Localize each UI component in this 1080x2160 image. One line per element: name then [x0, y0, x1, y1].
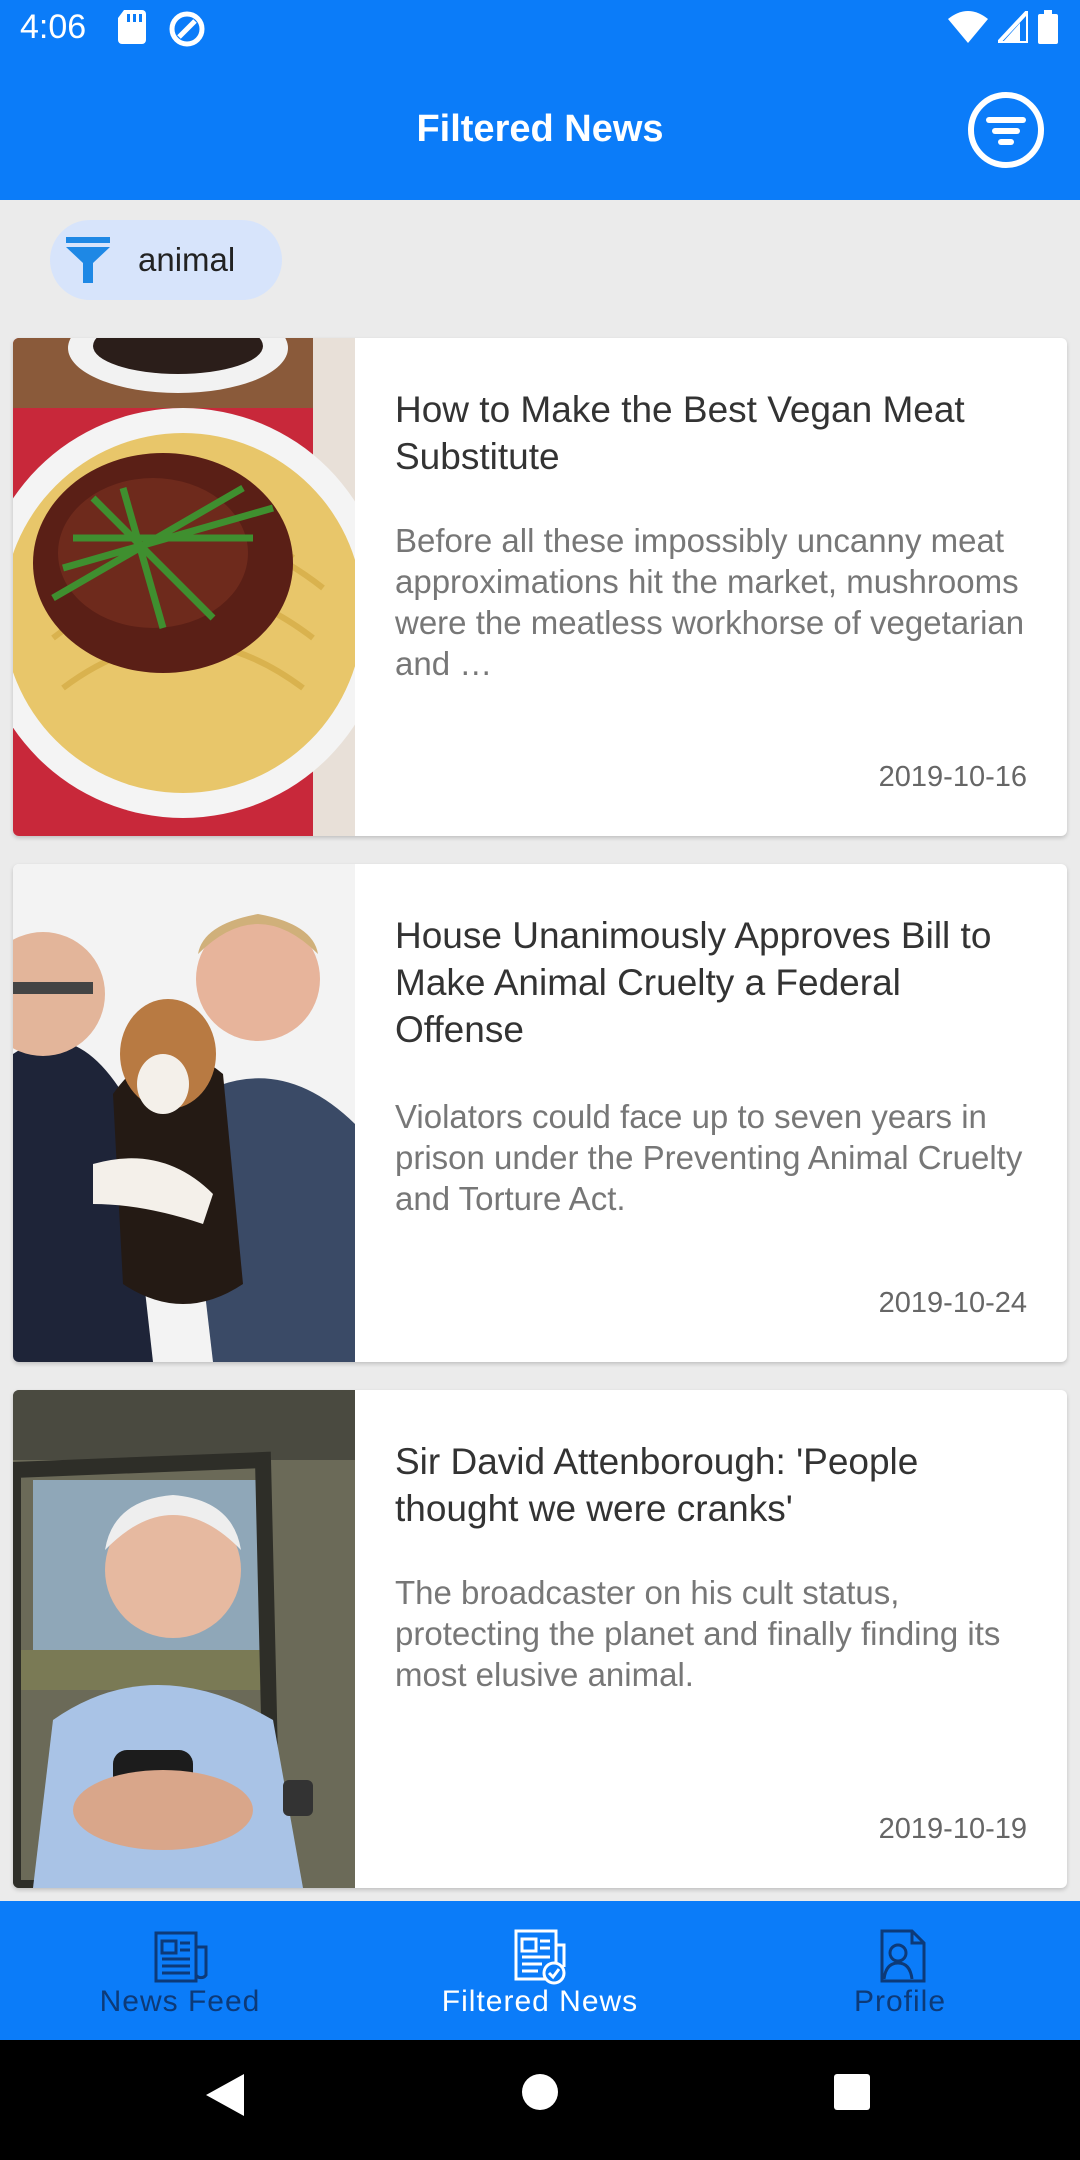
- nav-item-news-feed[interactable]: News Feed: [0, 1901, 360, 2040]
- wifi-icon: [948, 11, 988, 43]
- nav-item-filtered-news[interactable]: Filtered News: [360, 1901, 720, 2040]
- article-card[interactable]: How to Make the Best Vegan Meat Substitu…: [13, 338, 1067, 836]
- nav-label: Profile: [853, 1985, 947, 2018]
- home-icon[interactable]: [520, 2072, 560, 2112]
- article-image-attenborough: [13, 1390, 355, 1888]
- data-saver-icon: [169, 11, 205, 47]
- article-date: 2019-10-16: [878, 761, 1027, 793]
- cellular-signal-icon: [998, 11, 1028, 43]
- article-description: Violators could face up to seven years i…: [395, 1098, 1023, 1217]
- article-title: Sir David Attenborough: 'People thought …: [395, 1441, 919, 1529]
- funnel-icon: [66, 237, 110, 283]
- page-title: Filtered News: [416, 108, 664, 150]
- filter-chip-label: animal: [138, 241, 236, 278]
- nav-item-profile[interactable]: Profile: [720, 1901, 1080, 2040]
- nav-label: Filtered News: [441, 1985, 639, 2018]
- nav-label: News Feed: [99, 1985, 261, 2018]
- system-navigation-bar: [0, 2040, 1080, 2160]
- status-time: 4:06: [20, 8, 87, 46]
- article-image-pasta: [13, 338, 355, 836]
- article-description: The broadcaster on his cult status, prot…: [395, 1574, 1001, 1693]
- article-title: How to Make the Best Vegan Meat Substitu…: [395, 389, 965, 477]
- battery-icon: [1038, 10, 1058, 44]
- article-description: Before all these impossibly uncanny meat…: [395, 522, 1025, 682]
- newspaper-icon: [154, 1931, 208, 1983]
- filter-list-icon[interactable]: [966, 90, 1046, 170]
- article-card[interactable]: Sir David Attenborough: 'People thought …: [13, 1390, 1067, 1888]
- article-card[interactable]: House Unanimously Approves Bill to Make …: [13, 864, 1067, 1362]
- filtered-newspaper-icon: [514, 1929, 566, 1985]
- article-image-dog: [13, 864, 355, 1362]
- sd-card-icon: [118, 10, 146, 44]
- status-bar: 4:06: [0, 0, 1080, 60]
- recents-icon[interactable]: [832, 2072, 872, 2112]
- profile-document-icon: [880, 1929, 926, 1983]
- back-icon[interactable]: [204, 2072, 246, 2118]
- article-date: 2019-10-24: [878, 1287, 1027, 1319]
- article-date: 2019-10-19: [878, 1813, 1027, 1845]
- article-title: House Unanimously Approves Bill to Make …: [395, 915, 992, 1050]
- app-bar: Filtered News: [0, 60, 1080, 200]
- filter-chip[interactable]: animal: [50, 220, 282, 300]
- bottom-navigation: News Feed Filtered News Profile: [0, 1901, 1080, 2040]
